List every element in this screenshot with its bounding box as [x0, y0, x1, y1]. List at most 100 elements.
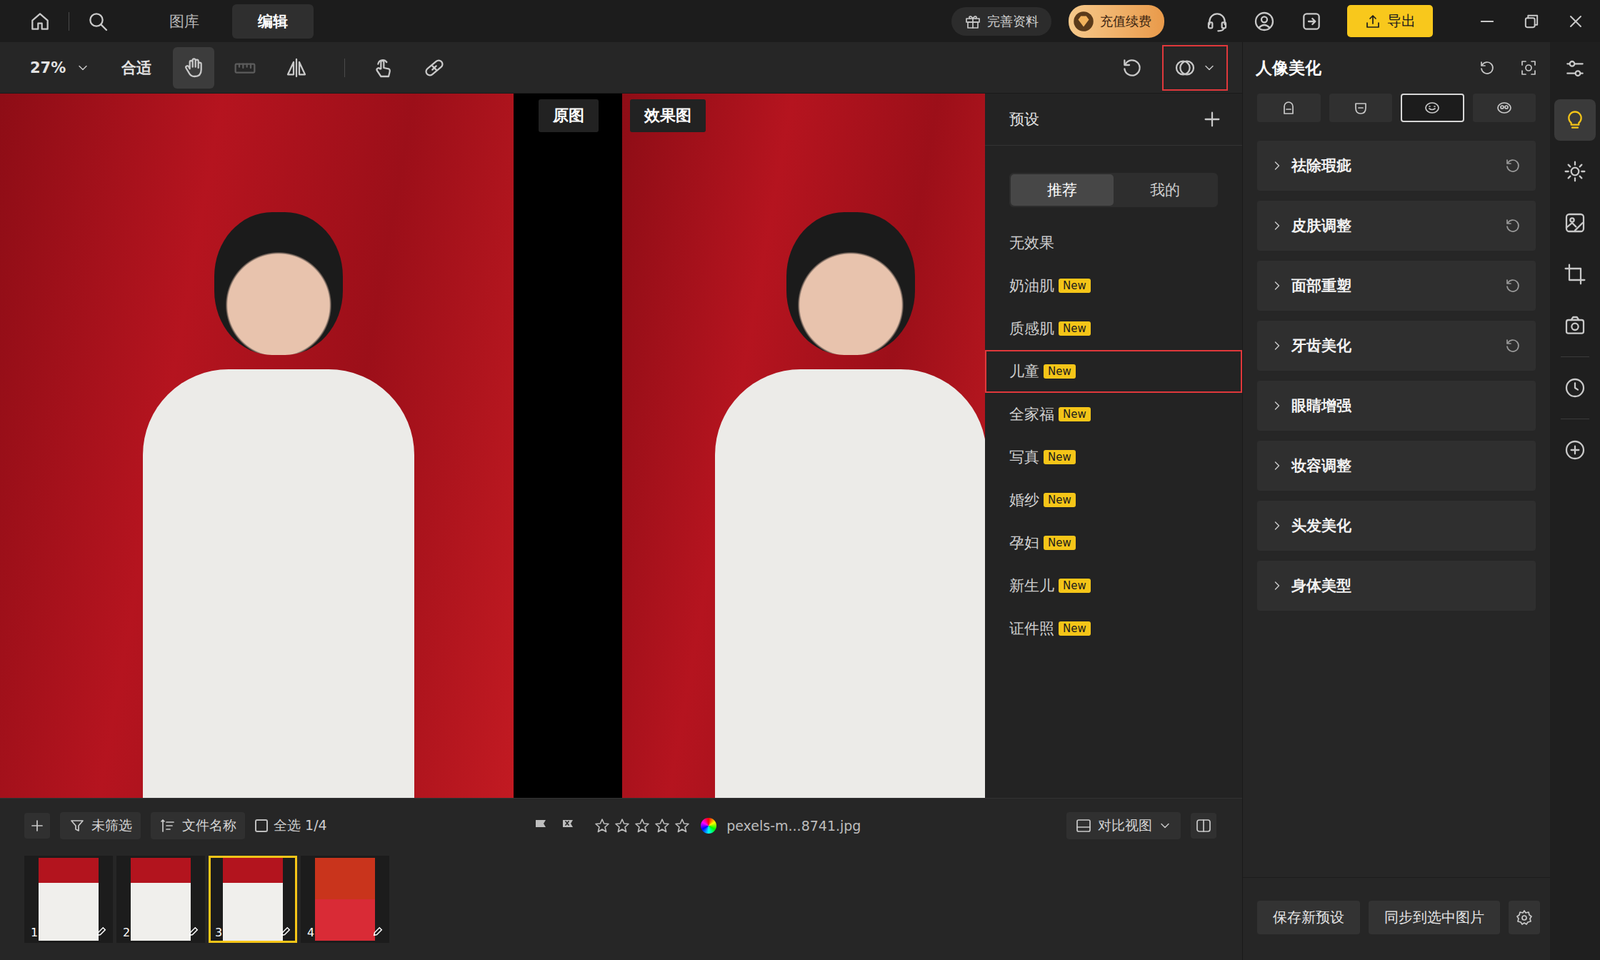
rail-button[interactable]: [1554, 150, 1596, 193]
star-icon[interactable]: [593, 817, 611, 835]
portrait-panel-title: 人像美化: [1255, 57, 1322, 80]
mask-icon: [1495, 99, 1513, 117]
restore-icon[interactable]: [1521, 11, 1542, 32]
section-header[interactable]: 身体美型: [1257, 560, 1536, 611]
preset-item[interactable]: 新生儿 New: [985, 564, 1243, 608]
portrait-tab[interactable]: [1400, 93, 1465, 123]
section-header[interactable]: 祛除瑕疵: [1257, 140, 1536, 191]
section-reset-icon[interactable]: [1504, 157, 1522, 175]
rail-button[interactable]: [1554, 305, 1596, 347]
tool-button[interactable]: [275, 47, 318, 89]
nav-tab[interactable]: 编辑: [232, 4, 314, 39]
preset-label: 质感肌: [1009, 318, 1055, 339]
thumbnail[interactable]: 2: [116, 855, 205, 943]
section-header[interactable]: 头发美化: [1257, 500, 1536, 551]
preset-label: 全家福: [1009, 404, 1055, 425]
portrait-tab[interactable]: [1329, 93, 1393, 123]
footer-button[interactable]: 同步到选中图片: [1368, 900, 1500, 935]
headset-icon[interactable]: [1205, 10, 1229, 33]
presets-tabs: 推荐我的: [1009, 172, 1218, 208]
rail-button[interactable]: [1554, 47, 1596, 90]
color-label-icon[interactable]: [700, 817, 717, 834]
tool-button[interactable]: [224, 47, 266, 89]
user-icon[interactable]: [1252, 10, 1276, 33]
star-icon[interactable]: [633, 817, 651, 835]
search-icon[interactable]: [86, 10, 110, 33]
rail-button[interactable]: [1554, 99, 1596, 141]
export-button[interactable]: 导出: [1347, 5, 1433, 38]
thumbnail-strip: 1 2 3 4: [24, 855, 1217, 943]
sync-settings-button[interactable]: [1508, 900, 1540, 935]
recharge-button[interactable]: 充值续费: [1068, 5, 1165, 38]
rail-button[interactable]: [1554, 253, 1596, 295]
preset-item[interactable]: 写真 New: [985, 435, 1243, 479]
section-header[interactable]: 皮肤调整: [1257, 200, 1536, 251]
preset-toggle-button[interactable]: [1162, 45, 1228, 91]
rail-button[interactable]: [1554, 367, 1596, 409]
star-icon[interactable]: [673, 817, 691, 835]
thumbnail[interactable]: 1: [24, 855, 113, 943]
presets-tab[interactable]: 推荐: [1010, 174, 1114, 206]
section-header[interactable]: 牙齿美化: [1257, 320, 1536, 371]
section-header[interactable]: 眼睛增强: [1257, 380, 1536, 431]
footer-button[interactable]: 保存新预设: [1257, 900, 1360, 935]
split-view-button[interactable]: [1190, 812, 1217, 839]
nav-tab[interactable]: 图库: [143, 4, 225, 39]
tool-button[interactable]: [362, 47, 404, 89]
view-mode-dropdown[interactable]: 对比视图: [1066, 812, 1181, 840]
tool-button[interactable]: [172, 47, 215, 89]
reset-icon[interactable]: [1120, 56, 1144, 80]
select-all-checkbox[interactable]: 全选 1/4: [255, 816, 328, 835]
face-detect-icon[interactable]: [1520, 59, 1538, 77]
filter-button[interactable]: 未筛选: [60, 812, 141, 840]
section-reset-icon[interactable]: [1504, 277, 1522, 295]
section-reset-icon[interactable]: [1504, 217, 1522, 235]
sort-button[interactable]: 文件名称: [150, 812, 245, 840]
preset-item[interactable]: 奶油肌 New: [985, 264, 1243, 308]
preset-item[interactable]: 证件照 New: [985, 607, 1243, 650]
exit-icon[interactable]: [1300, 10, 1323, 33]
new-badge: New: [1058, 621, 1091, 636]
preset-item[interactable]: 无效果: [985, 221, 1243, 265]
preset-item[interactable]: 质感肌 New: [985, 307, 1243, 350]
preset-item[interactable]: 儿童 New: [985, 350, 1243, 393]
section-header[interactable]: 妆容调整: [1257, 440, 1536, 491]
portrait-panel: 人像美化 祛除瑕疵 皮肤调整 面部重塑 牙齿美化 眼睛增强 妆容调整 头发美化 …: [1242, 42, 1550, 960]
flag-icon[interactable]: [532, 817, 550, 835]
tool-button[interactable]: [413, 47, 455, 89]
chevron-down-icon: [1157, 818, 1173, 833]
preset-item[interactable]: 孕妇 New: [985, 521, 1243, 565]
minimize-icon[interactable]: [1477, 11, 1498, 32]
add-preset-icon[interactable]: [1200, 107, 1224, 131]
profile-button[interactable]: 完善资料: [951, 7, 1052, 36]
filmstrip: 未筛选 文件名称 全选 1/4 pexels-m...8741.jpg 对比视图…: [0, 797, 1243, 960]
star-icon[interactable]: [653, 817, 671, 835]
zoom-dropdown[interactable]: 27%: [30, 59, 90, 77]
portrait-tab[interactable]: [1257, 93, 1321, 123]
section-label: 身体美型: [1291, 575, 1352, 596]
reject-flag-icon[interactable]: [559, 817, 577, 835]
presets-tab[interactable]: 我的: [1113, 174, 1217, 206]
star-icon[interactable]: [613, 817, 631, 835]
new-badge: New: [1058, 407, 1091, 422]
compare-canvas[interactable]: 原图 效果图: [0, 93, 985, 798]
thumbnail[interactable]: 4: [300, 855, 390, 943]
preset-item[interactable]: 全家福 New: [985, 392, 1243, 436]
close-icon[interactable]: [1565, 11, 1586, 32]
portrait-tab[interactable]: [1472, 93, 1537, 123]
rail-button[interactable]: [1554, 202, 1596, 244]
thumbnail[interactable]: 3: [208, 855, 298, 943]
add-photo-button[interactable]: [24, 812, 50, 839]
fit-button[interactable]: 合适: [121, 57, 152, 78]
sun-icon: [1563, 160, 1587, 183]
home-icon[interactable]: [28, 10, 52, 33]
reset-icon[interactable]: [1478, 59, 1496, 77]
rail-button[interactable]: [1554, 429, 1596, 471]
chevron-right-icon: [1270, 338, 1285, 353]
preset-item[interactable]: 婚纱 New: [985, 478, 1243, 522]
section-reset-icon[interactable]: [1504, 337, 1522, 355]
canvas-gap: [513, 93, 623, 798]
star-rating[interactable]: [593, 817, 691, 835]
section-header[interactable]: 面部重塑: [1257, 260, 1536, 311]
history-icon: [1563, 376, 1587, 400]
